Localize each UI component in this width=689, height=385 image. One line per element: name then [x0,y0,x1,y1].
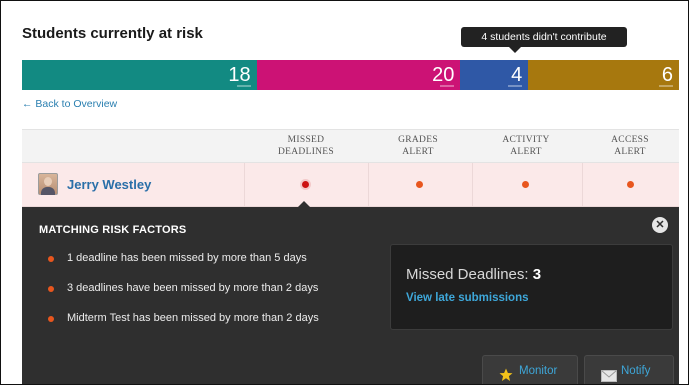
panel-title: MATCHING RISK FACTORS [39,224,187,236]
view-late-submissions-link[interactable]: View late submissions [406,292,529,304]
monitor-button[interactable]: Monitor [482,355,578,384]
avatar [38,173,58,195]
column-header-access-alert: ACCESS ALERT [611,135,649,157]
access-alert-indicator[interactable] [627,181,634,188]
table-row[interactable]: Jerry Westley [22,163,679,207]
student-name-link[interactable]: Jerry Westley [67,177,151,192]
risk-details-panel: MATCHING RISK FACTORS ✕ 1 deadline has b… [22,207,679,384]
bullet-icon [48,256,54,262]
missed-deadlines-summary: Missed Deadlines: 3 View late submission… [390,244,673,330]
risk-segment-count: 6 [661,64,673,86]
summary-label: Missed Deadlines: [406,266,529,283]
page-title: Students currently at risk [22,25,203,42]
risk-segment[interactable]: 6 [528,60,679,90]
risk-widget: Students currently at risk 4 students di… [0,0,689,385]
risk-segment[interactable]: 4 [460,60,529,90]
summary-count: 3 [532,266,542,283]
risk-bar: 18 20 4 6 [22,60,679,90]
notify-button[interactable]: Notify [584,355,674,384]
bullet-icon [48,286,54,292]
missed-deadlines-indicator[interactable] [302,181,309,188]
activity-alert-indicator[interactable] [522,181,529,188]
column-header-activity-alert: ACTIVITY ALERT [502,135,550,157]
star-icon [499,364,513,384]
risk-segment-count: 18 [228,64,251,86]
column-header-grades-alert: GRADES ALERT [398,135,438,157]
table-header: MISSED DEADLINES GRADES ALERT ACTIVITY A… [22,129,679,163]
envelope-icon [601,364,617,384]
grades-alert-indicator[interactable] [416,181,423,188]
tooltip: 4 students didn't contribute [461,27,627,53]
close-icon[interactable]: ✕ [652,217,668,233]
risk-segment[interactable]: 20 [256,60,461,90]
back-to-overview-link[interactable]: ← Back to Overview [22,98,117,110]
risk-segment-count: 20 [432,64,455,86]
bullet-icon [48,316,54,322]
risk-segment-count: 4 [511,64,523,86]
risk-segment[interactable]: 18 [22,60,257,90]
column-header-missed-deadlines: MISSED DEADLINES [278,135,334,157]
